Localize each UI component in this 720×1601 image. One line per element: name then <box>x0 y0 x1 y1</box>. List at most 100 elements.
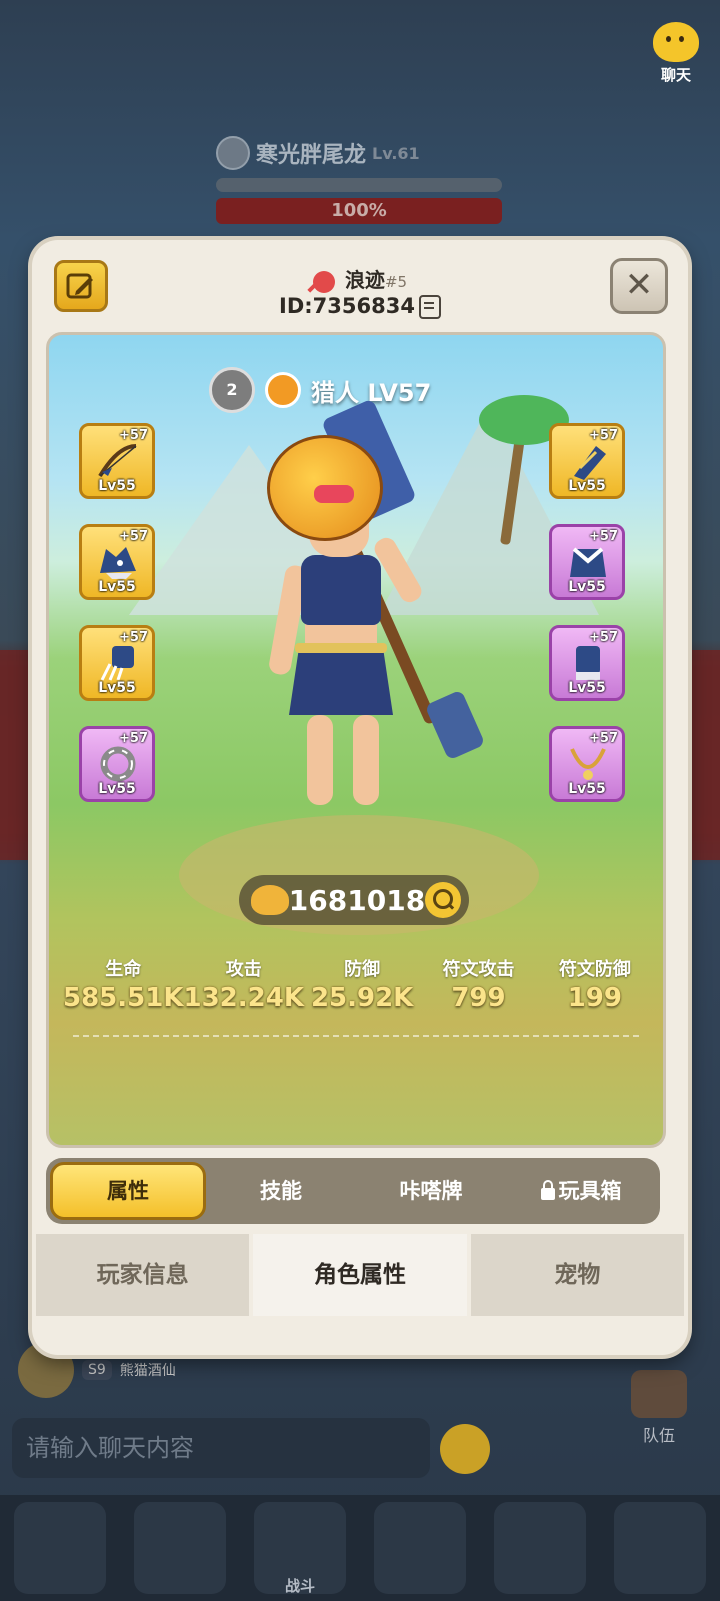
armor-icon <box>570 547 606 577</box>
nav-slot-1[interactable] <box>14 1502 106 1594</box>
tab-toybox[interactable]: 玩具箱 <box>506 1162 656 1220</box>
nav-slot-2[interactable] <box>134 1502 226 1594</box>
team-button[interactable]: 队伍 <box>624 1370 694 1446</box>
stat-value: 132.24K <box>183 983 304 1013</box>
nav-battle-label: 战斗 <box>284 1577 315 1595</box>
wolf-helmet-icon <box>100 547 136 579</box>
stat-label: 符文防御 <box>558 959 631 980</box>
character-scene: 2 猎人 LV57 +57 Lv55 +57 Lv55 +57 Lv55 +57… <box>46 332 666 1148</box>
player-info-panel: 浪迹#5 ID:7356834 ✕ 2 猎人 LV57 +57 Lv55 +57… <box>32 240 688 1355</box>
gear-enhance: +57 <box>119 428 148 443</box>
stat-label: 攻击 <box>225 959 262 980</box>
nav-slot-6[interactable] <box>614 1502 706 1594</box>
gear-level: Lv55 <box>98 680 136 696</box>
gear-enhance: +57 <box>589 630 618 645</box>
character-title: 2 猎人 LV57 <box>209 367 431 413</box>
gear-slot-gauntlet[interactable]: +57 Lv55 <box>549 625 625 701</box>
boss-hp-percent: 100% <box>331 200 387 221</box>
character-model[interactable] <box>219 398 486 815</box>
player-name: 浪迹 <box>344 268 385 292</box>
power-arm-icon <box>251 885 289 915</box>
main-tab-bar: 玩家信息 角色属性 宠物 <box>36 1234 684 1316</box>
leg <box>353 715 379 805</box>
tab-character-attributes[interactable]: 角色属性 <box>253 1234 467 1316</box>
bracer-icon <box>574 446 606 480</box>
sub-tab-bar: 属性 技能 咔嗒牌 玩具箱 <box>46 1158 660 1224</box>
boss-shield-bar <box>216 178 502 192</box>
stat-value: 199 <box>567 983 622 1013</box>
gear-enhance: +57 <box>589 529 618 544</box>
stat-label: 防御 <box>344 959 381 980</box>
gear-level: Lv55 <box>568 781 606 797</box>
chat-input[interactable]: 请输入聊天内容 <box>12 1418 430 1478</box>
tab-toybox-label: 玩具箱 <box>558 1179 622 1203</box>
gear-slot-bracer[interactable]: +57 Lv55 <box>549 423 625 499</box>
staff-tip <box>424 689 486 761</box>
skirt <box>289 645 393 715</box>
boss-emblem-icon <box>216 136 250 170</box>
gear-slot-weapon[interactable]: +57 Lv55 <box>79 423 155 499</box>
combat-power-value: 1681018 <box>288 883 426 917</box>
gear-level: Lv55 <box>98 781 136 797</box>
gear-slot-helmet[interactable]: +57 Lv55 <box>79 524 155 600</box>
tab-skills[interactable]: 技能 <box>206 1162 356 1220</box>
tab-pets[interactable]: 宠物 <box>470 1234 684 1316</box>
gear-enhance: +57 <box>119 731 148 746</box>
stat-value: 585.51K <box>63 983 184 1013</box>
gear-enhance: +57 <box>589 428 618 443</box>
stat-attack: 攻击 132.24K <box>183 955 303 1013</box>
close-icon: ✕ <box>624 265 654 305</box>
player-season-tag: S9 <box>82 1360 112 1380</box>
stat-rune-defense: 符文防御 199 <box>537 955 653 1013</box>
gear-slot-armor[interactable]: +57 Lv55 <box>549 524 625 600</box>
nav-battle[interactable]: 战斗 <box>254 1502 346 1595</box>
bow-icon <box>98 444 137 478</box>
combat-power: 1681018 <box>239 875 469 925</box>
nav-slot-4[interactable] <box>374 1502 466 1594</box>
claw-glove-icon <box>100 646 134 681</box>
player-id: ID:7356834 <box>279 294 415 318</box>
relationship-icon <box>312 270 335 293</box>
leg <box>307 715 333 805</box>
stone-rank-icon: 2 <box>209 367 255 413</box>
team-label: 队伍 <box>642 1426 675 1445</box>
close-button[interactable]: ✕ <box>610 258 668 314</box>
bottom-nav: 战斗 <box>0 1495 720 1601</box>
stat-defense: 防御 25.92K <box>304 955 420 1013</box>
player-rank: #5 <box>384 273 408 291</box>
player-id-line: ID:7356834 <box>32 294 688 319</box>
boss-hp-bar: 100% <box>216 198 502 224</box>
chat-input-placeholder: 请输入聊天内容 <box>26 1434 194 1462</box>
stats-row: 生命 585.51K 攻击 132.24K 防御 25.92K 符文攻击 799… <box>63 955 653 1013</box>
copy-icon[interactable] <box>418 295 441 319</box>
player-nickname: 熊猫酒仙 <box>119 1363 176 1379</box>
gear-slot-ring[interactable]: +57 Lv55 <box>79 726 155 802</box>
gear-level: Lv55 <box>98 478 136 494</box>
gauntlet-icon <box>576 646 600 680</box>
tab-player-info[interactable]: 玩家信息 <box>36 1234 250 1316</box>
stat-value: 799 <box>451 983 506 1013</box>
gear-level: Lv55 <box>568 680 606 696</box>
stat-label: 符文攻击 <box>442 959 515 980</box>
gear-level: Lv55 <box>568 579 606 595</box>
stone-rank-number: 2 <box>226 380 238 399</box>
stat-label: 生命 <box>105 959 142 980</box>
gear-level: Lv55 <box>568 478 606 494</box>
emoji-button[interactable] <box>440 1424 490 1474</box>
boss-level: Lv.61 <box>372 143 420 163</box>
heart-glasses <box>314 485 354 503</box>
nav-slot-5[interactable] <box>494 1502 586 1594</box>
gear-slot-necklace[interactable]: +57 Lv55 <box>549 726 625 802</box>
tab-cards[interactable]: 咔嗒牌 <box>356 1162 506 1220</box>
lock-icon <box>540 1180 555 1200</box>
necklace-icon <box>570 748 606 780</box>
divider <box>73 1035 639 1037</box>
tab-attributes[interactable]: 属性 <box>50 1162 206 1220</box>
gear-slot-gloves[interactable]: +57 Lv55 <box>79 625 155 701</box>
ring-icon <box>100 746 136 782</box>
chat-button[interactable]: 聊天 <box>646 22 706 85</box>
stat-hp: 生命 585.51K <box>63 955 183 1013</box>
boss-info: 寒光胖尾龙 Lv.61 100% <box>216 136 502 224</box>
fire-emblem-icon <box>265 372 301 408</box>
search-icon[interactable] <box>425 882 461 918</box>
